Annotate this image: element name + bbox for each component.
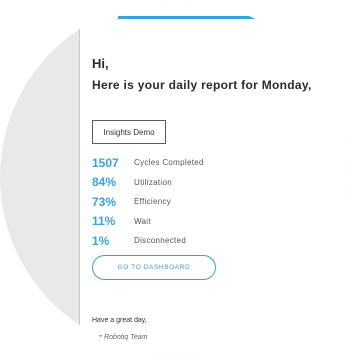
greeting: Hi, — [92, 56, 109, 71]
stats-list: 1507 Cycles Completed 84% Utilization 73… — [92, 153, 204, 251]
stat-value: 1% — [92, 233, 110, 248]
account-name-box: Insights Demo — [92, 120, 166, 144]
stat-label: Cycles Completed — [134, 158, 204, 168]
stat-row: 11% Wait — [92, 212, 204, 232]
header-accent-bar — [118, 16, 352, 19]
signoff-text: Have a great day, — [92, 317, 147, 324]
go-to-dashboard-button[interactable]: GO TO DASHBOARD — [92, 255, 216, 280]
stat-row: 84% Utilization — [92, 173, 204, 193]
stat-label: Wait — [134, 216, 151, 226]
stat-label: Efficiency — [134, 197, 172, 207]
email-body: Hi, Here is your daily report for Monday… — [79, 0, 352, 354]
report-subtitle: Here is your daily report for Monday, — [92, 78, 312, 92]
team-signature: our Robotiq Team — [92, 334, 148, 341]
account-name: Insights Demo — [103, 127, 155, 137]
stat-label: Utilization — [134, 177, 172, 187]
stat-row: 73% Efficiency — [92, 192, 204, 212]
stat-row: 1507 Cycles Completed — [92, 153, 204, 173]
stat-label: Disconnected — [134, 236, 187, 246]
stat-row: 1% Disconnected — [92, 231, 204, 251]
stat-value: 11% — [92, 214, 116, 229]
magnifier-lens: Hi, Here is your daily report for Monday… — [0, 0, 352, 354]
stat-value: 73% — [92, 194, 117, 209]
stat-value: 1507 — [92, 155, 119, 170]
stat-value: 84% — [92, 175, 117, 190]
